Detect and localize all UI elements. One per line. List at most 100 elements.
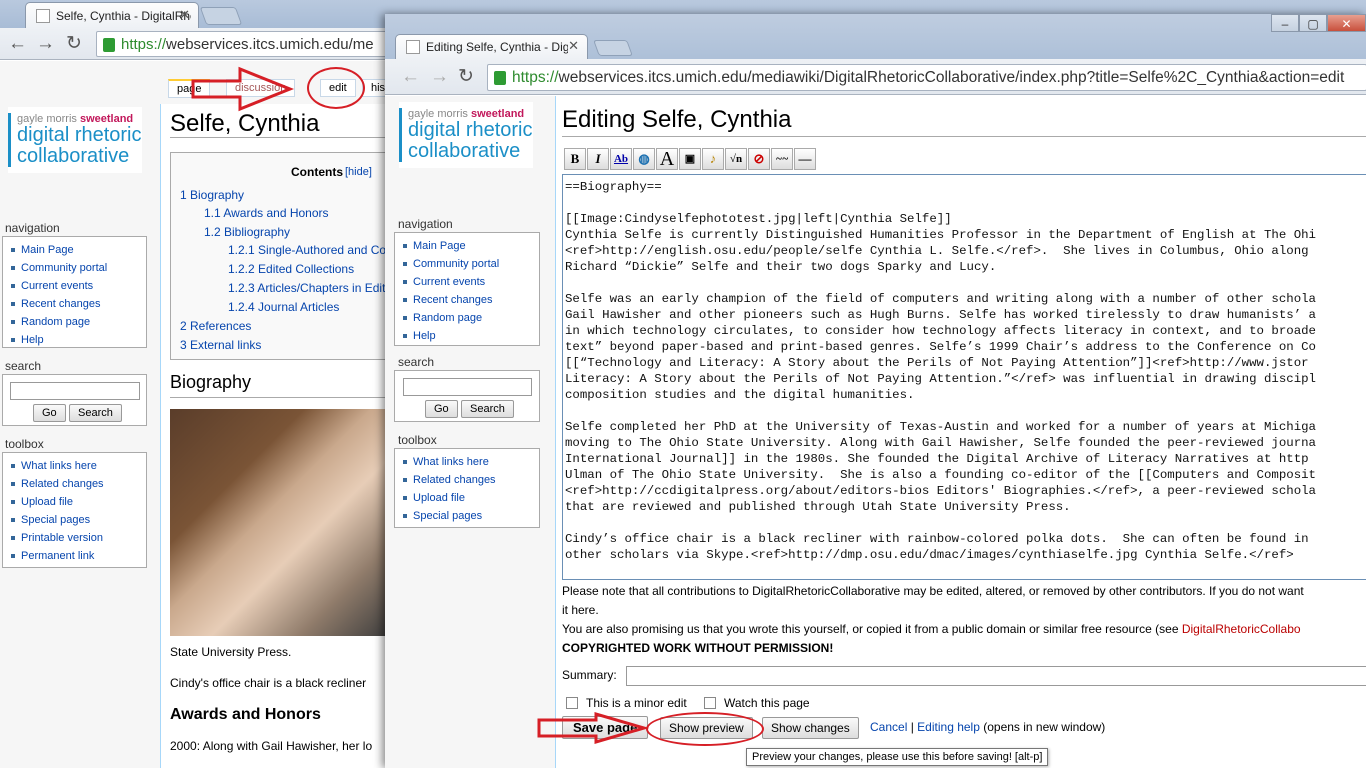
front-tab-strip: Editing Selfe, Cynthia - Dig ✕ – ▢ ✕: [385, 14, 1366, 59]
editing-help-link[interactable]: Editing help: [917, 720, 980, 734]
toolbox-item[interactable]: Printable version: [3, 529, 146, 547]
front-tab[interactable]: Editing Selfe, Cynthia - Dig ✕: [395, 34, 588, 59]
back-search-input[interactable]: [10, 382, 140, 400]
editor-text: ==Biography== [[Image:Cindyselfephototes…: [565, 180, 1316, 562]
annotation-arrow-icon: [191, 66, 295, 112]
close-tab-icon[interactable]: ✕: [568, 38, 579, 54]
site-logo[interactable]: gayle morris sweetland digital rhetoric …: [8, 107, 142, 173]
minor-edit-label: This is a minor edit: [586, 696, 687, 710]
toc-title: Contents: [291, 165, 343, 179]
back-tab-title: Selfe, Cynthia - DigitalRhe: [56, 9, 191, 23]
lock-icon: [494, 71, 506, 85]
edit-textarea[interactable]: ==Biography== [[Image:Cindyselfephototes…: [562, 174, 1366, 580]
toc-item[interactable]: 1.2.2 Edited Collections: [228, 262, 354, 276]
back-tab[interactable]: Selfe, Cynthia - DigitalRhe ✕: [25, 2, 199, 28]
nav-item[interactable]: Help: [395, 327, 539, 345]
front-address-bar[interactable]: https://webservices.itcs.umich.edu/media…: [487, 64, 1366, 91]
copyright-notice: Please note that all contributions to Di…: [562, 584, 1304, 598]
nav-item[interactable]: Random page: [395, 309, 539, 327]
nav-item[interactable]: Main Page: [3, 241, 146, 259]
toolbox-item[interactable]: Special pages: [395, 507, 539, 525]
toolbox-heading: toolbox: [398, 433, 437, 447]
annotation-circle-preview: [646, 712, 764, 746]
toc-item[interactable]: 1.1 Awards and Honors: [204, 206, 329, 220]
watch-page-label: Watch this page: [724, 696, 810, 710]
back-navigation-list: Main Page Community portal Current event…: [2, 236, 147, 348]
nav-item[interactable]: Community portal: [395, 255, 539, 273]
toolbox-item[interactable]: What links here: [395, 453, 539, 471]
front-search-button[interactable]: Search: [461, 400, 514, 418]
external-link-icon[interactable]: ◍: [633, 148, 655, 170]
show-changes-button[interactable]: Show changes: [762, 717, 859, 739]
close-window-icon[interactable]: ✕: [1327, 14, 1366, 32]
nav-item[interactable]: Random page: [3, 313, 146, 331]
copyright-link[interactable]: DigitalRhetoricCollabo: [1182, 622, 1301, 636]
summary-input[interactable]: [626, 666, 1366, 686]
toolbox-item[interactable]: Upload file: [395, 489, 539, 507]
nowiki-icon[interactable]: ⊘: [748, 148, 770, 170]
back-arrow-icon[interactable]: ←: [401, 61, 420, 93]
toc-item[interactable]: 3 External links: [180, 338, 261, 352]
toc-item[interactable]: 1.2.1 Single-Authored and Co: [228, 243, 386, 257]
math-formula-icon[interactable]: √n: [725, 148, 747, 170]
toolbox-item[interactable]: Related changes: [395, 471, 539, 489]
back-arrow-icon[interactable]: ←: [8, 28, 27, 60]
front-url-text: https://webservices.itcs.umich.edu/media…: [512, 69, 1345, 86]
nav-item[interactable]: Current events: [3, 277, 146, 295]
front-wiki-page: gayle morris sweetland digital rhetoric …: [385, 96, 1366, 768]
maximize-icon[interactable]: ▢: [1299, 14, 1327, 32]
reload-icon[interactable]: ↻: [66, 28, 82, 60]
toc-hide-link[interactable]: [hide]: [345, 166, 372, 178]
site-logo[interactable]: gayle morris sweetland digital rhetoric …: [399, 102, 533, 168]
bold-icon[interactable]: B: [564, 148, 586, 170]
toc-item[interactable]: 2 References: [180, 319, 251, 333]
bio-paragraph: Cindy's office chair is a black recliner: [170, 676, 367, 690]
internal-link-icon[interactable]: Ab: [610, 148, 632, 170]
media-link-icon[interactable]: ♪: [702, 148, 724, 170]
embed-image-icon[interactable]: ▣: [679, 148, 701, 170]
nav-item[interactable]: Community portal: [3, 259, 146, 277]
forward-arrow-icon[interactable]: →: [430, 61, 449, 93]
cancel-link[interactable]: Cancel: [870, 720, 907, 734]
toolbox-item[interactable]: Special pages: [3, 511, 146, 529]
horizontal-line-icon[interactable]: —: [794, 148, 816, 170]
new-tab-button[interactable]: [199, 7, 243, 25]
watch-page-checkbox[interactable]: [704, 697, 716, 709]
toc-item[interactable]: 1.2.3 Articles/Chapters in Edit: [228, 281, 385, 295]
toolbox-item[interactable]: Upload file: [3, 493, 146, 511]
close-tab-icon[interactable]: ✕: [179, 7, 190, 23]
nav-item[interactable]: Current events: [395, 273, 539, 291]
toolbox-item[interactable]: What links here: [3, 457, 146, 475]
front-go-button[interactable]: Go: [425, 400, 458, 418]
back-search-box: Go Search: [2, 374, 147, 426]
toc-item[interactable]: 1 Biography: [180, 188, 244, 202]
annotation-circle-edit: [307, 67, 365, 109]
front-navigation-list: Main Page Community portal Current event…: [394, 232, 540, 346]
nav-item[interactable]: Main Page: [395, 237, 539, 255]
back-go-button[interactable]: Go: [33, 404, 66, 422]
toc-item[interactable]: 1.2 Bibliography: [204, 225, 290, 239]
toolbox-item[interactable]: Permanent link: [3, 547, 146, 565]
new-tab-button[interactable]: [593, 40, 633, 56]
headline-icon[interactable]: A: [656, 148, 678, 170]
awards-paragraph: 2000: Along with Gail Hawisher, her lo: [170, 739, 373, 753]
signature-icon[interactable]: ~~: [771, 148, 793, 170]
awards-heading: Awards and Honors: [170, 706, 321, 723]
minimize-icon[interactable]: –: [1271, 14, 1299, 32]
toolbox-item[interactable]: Related changes: [3, 475, 146, 493]
nav-item[interactable]: Help: [3, 331, 146, 349]
nav-item[interactable]: Recent changes: [3, 295, 146, 313]
toc-item[interactable]: 1.2.4 Journal Articles: [228, 300, 339, 314]
minor-edit-checkbox[interactable]: [566, 697, 578, 709]
nav-item[interactable]: Recent changes: [395, 291, 539, 309]
back-search-button[interactable]: Search: [69, 404, 122, 422]
forward-arrow-icon[interactable]: →: [36, 28, 55, 60]
profile-photo: [170, 409, 390, 636]
edit-actions: Cancel | Editing help (opens in new wind…: [870, 720, 1106, 734]
copyright-warning: COPYRIGHTED WORK WITHOUT PERMISSION!: [562, 641, 834, 655]
front-search-input[interactable]: [403, 378, 532, 396]
italic-icon[interactable]: I: [587, 148, 609, 170]
preview-tooltip: Preview your changes, please use this be…: [746, 748, 1049, 766]
reload-icon[interactable]: ↻: [458, 61, 474, 93]
table-of-contents: Contents [hide] 1 Biography 1.1 Awards a…: [170, 152, 410, 360]
